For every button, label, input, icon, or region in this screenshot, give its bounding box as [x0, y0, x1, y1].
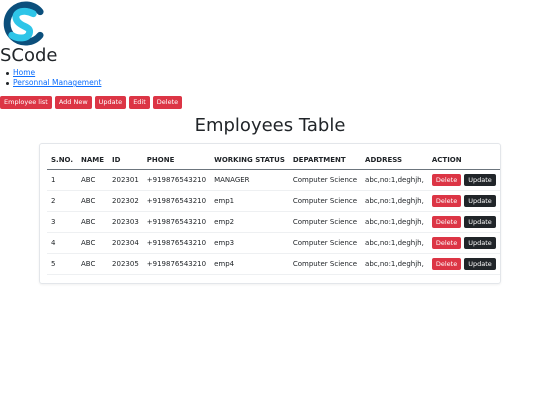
column-header-name: NAME	[77, 150, 109, 170]
page-title: Employees Table	[194, 115, 346, 136]
row-delete-button[interactable]: Delete	[431, 216, 462, 228]
cell-name: ABC	[77, 169, 109, 191]
cell-name: ABC	[77, 253, 109, 275]
cell-working-status: emp4	[210, 253, 289, 275]
cell-address: abc,no:1,deghjh,	[361, 232, 428, 254]
row-update-button[interactable]: Update	[464, 237, 496, 249]
cell-id: 202303	[108, 211, 143, 233]
table-row: 3 ABC 202303 +919876543210 emp2 Computer…	[47, 211, 500, 233]
table-row: 4 ABC 202304 +919876543210 emp3 Computer…	[47, 232, 500, 254]
cell-name: ABC	[77, 232, 109, 254]
column-header-action: ACTION	[427, 150, 500, 170]
scode-logo-icon	[3, 1, 44, 46]
cell-address: abc,no:1,deghjh,	[361, 169, 428, 191]
column-header-department: DEPARTMENT	[288, 150, 362, 170]
table-row: 5 ABC 202305 +919876543210 emp4 Computer…	[47, 253, 500, 275]
cell-action: Delete Update	[427, 232, 500, 254]
update-button[interactable]: Update	[94, 96, 127, 109]
cell-sno: 3	[47, 211, 78, 233]
cell-phone: +919876543210	[142, 253, 211, 275]
cell-sno: 2	[47, 190, 78, 212]
employees-card: S.NO. NAME ID PHONE WORKING STATUS DEPAR…	[39, 143, 501, 284]
cell-id: 202304	[108, 232, 143, 254]
table-row: 1 ABC 202301 +919876543210 MANAGER Compu…	[47, 169, 500, 191]
row-update-button[interactable]: Update	[464, 216, 496, 228]
cell-phone: +919876543210	[142, 190, 211, 212]
column-header-id: ID	[108, 150, 143, 170]
cell-id: 202302	[108, 190, 143, 212]
cell-name: ABC	[77, 190, 109, 212]
table-row: 2 ABC 202302 +919876543210 emp1 Computer…	[47, 190, 500, 212]
column-header-phone: PHONE	[142, 150, 211, 170]
employees-table: S.NO. NAME ID PHONE WORKING STATUS DEPAR…	[47, 150, 500, 275]
row-update-button[interactable]: Update	[464, 195, 496, 207]
personnal-management-link[interactable]: Personnal Management	[13, 78, 101, 87]
add-new-button[interactable]: Add New	[54, 96, 92, 109]
cell-working-status: emp3	[210, 232, 289, 254]
cell-department: Computer Science	[288, 253, 362, 275]
cell-sno: 5	[47, 253, 78, 275]
cell-address: abc,no:1,deghjh,	[361, 211, 428, 233]
cell-address: abc,no:1,deghjh,	[361, 253, 428, 275]
column-header-sno: S.NO.	[47, 150, 78, 170]
column-header-address: ADDRESS	[361, 150, 428, 170]
cell-phone: +919876543210	[142, 211, 211, 233]
brand-name: SCode	[0, 45, 58, 66]
cell-action: Delete Update	[427, 253, 500, 275]
cell-address: abc,no:1,deghjh,	[361, 190, 428, 212]
cell-phone: +919876543210	[142, 232, 211, 254]
cell-working-status: emp2	[210, 211, 289, 233]
edit-button[interactable]: Edit	[129, 96, 150, 109]
cell-action: Delete Update	[427, 169, 500, 191]
row-delete-button[interactable]: Delete	[431, 258, 462, 270]
home-link[interactable]: Home	[13, 68, 35, 77]
row-delete-button[interactable]: Delete	[431, 195, 462, 207]
table-header-row: S.NO. NAME ID PHONE WORKING STATUS DEPAR…	[47, 150, 500, 170]
cell-action: Delete Update	[427, 211, 500, 233]
toolbar: Employee list Add New Update Edit Delete	[0, 96, 183, 109]
cell-sno: 4	[47, 232, 78, 254]
delete-button[interactable]: Delete	[152, 96, 183, 109]
cell-working-status: MANAGER	[210, 169, 289, 191]
nav-item: Home	[5, 68, 101, 78]
cell-phone: +919876543210	[142, 169, 211, 191]
employee-list-button[interactable]: Employee list	[0, 96, 52, 109]
cell-action: Delete Update	[427, 190, 500, 212]
cell-id: 202301	[108, 169, 143, 191]
nav-item: Personnal Management	[5, 78, 101, 88]
column-header-working-status: WORKING STATUS	[210, 150, 289, 170]
cell-department: Computer Science	[288, 232, 362, 254]
cell-sno: 1	[47, 169, 78, 191]
cell-department: Computer Science	[288, 211, 362, 233]
cell-id: 202305	[108, 253, 143, 275]
cell-name: ABC	[77, 211, 109, 233]
row-update-button[interactable]: Update	[464, 174, 496, 186]
row-delete-button[interactable]: Delete	[431, 174, 462, 186]
cell-department: Computer Science	[288, 190, 362, 212]
nav-links: Home Personnal Management	[5, 68, 101, 88]
row-delete-button[interactable]: Delete	[431, 237, 462, 249]
cell-department: Computer Science	[288, 169, 362, 191]
row-update-button[interactable]: Update	[464, 258, 496, 270]
cell-working-status: emp1	[210, 190, 289, 212]
